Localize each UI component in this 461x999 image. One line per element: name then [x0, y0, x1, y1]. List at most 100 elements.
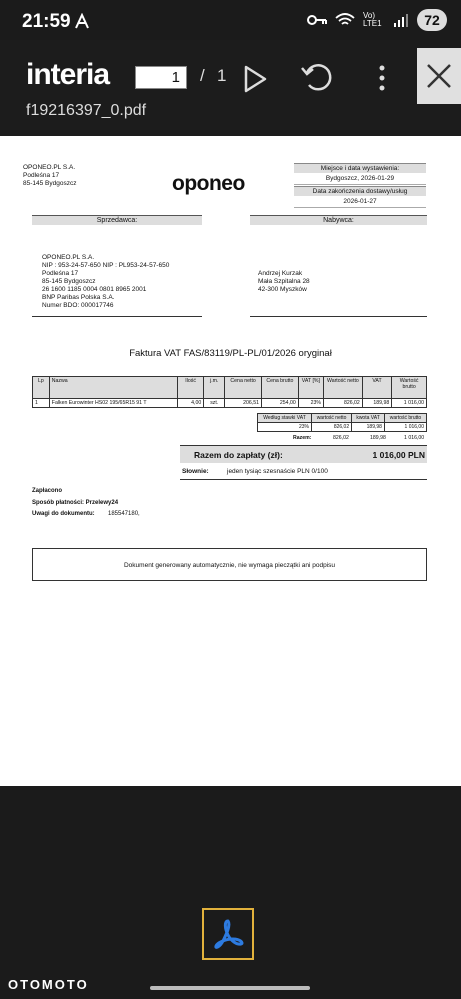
invoice-title: Faktura VAT FAS/83119/PL-PL/01/2026 oryg…	[129, 348, 332, 359]
seller-line: 85-145 Bydgoszcz	[42, 278, 96, 285]
seller-header-line: 85-145 Bydgoszcz	[23, 180, 77, 187]
buyer-details: Andrzej Kurzak Mała Szpitalna 28 42-300 …	[258, 270, 310, 294]
table-cell: 23%	[257, 422, 312, 432]
seller-header: OPONEO.PL S.A. Podleśna 17 85-145 Bydgos…	[23, 164, 76, 188]
items-header-row: Lp Nazwa Ilość j.m. Cena netto Cena brut…	[32, 376, 427, 399]
more-vertical-icon	[379, 65, 385, 91]
items-table: Lp Nazwa Ilość j.m. Cena netto Cena brut…	[32, 376, 427, 408]
seller-line: BNP Paribas Polska S.A.	[42, 294, 115, 301]
seller-header-line: OPONEO.PL S.A.	[23, 164, 76, 171]
seller-line: Podleśna 17	[42, 270, 79, 277]
notes-label: Uwagi do dokumentu:	[32, 511, 95, 517]
table-cell: 826,02	[310, 422, 353, 432]
payment-method: Sposób płatności: Przelewy24	[32, 500, 119, 506]
more-options-button[interactable]	[372, 62, 392, 94]
pdf-filename: f19216397_0.pdf	[26, 102, 147, 119]
column-header: j.m.	[203, 376, 226, 399]
vat-summary-table: Według stawki VAT wartość netto kwota VA…	[257, 413, 428, 432]
column-header: VAT	[361, 376, 393, 399]
delivery-date-box: Data zakończenia dostawy/usług 2026-01-2…	[294, 186, 426, 208]
table-cell: 1 016,00	[391, 398, 427, 408]
status-bar: 21:59 Vo) LTE1 72	[0, 0, 461, 40]
vat-header-row: Według stawki VAT wartość netto kwota VA…	[257, 413, 428, 423]
column-header: kwota VAT	[351, 413, 385, 423]
close-icon	[427, 64, 451, 88]
amount-in-words: Słownie: jeden tysiąc szesnaście PLN 0/1…	[180, 463, 427, 480]
status-icons: Vo) LTE1 72	[307, 9, 447, 31]
battery-indicator: 72	[417, 9, 447, 31]
words-value: jeden tysiąc szesnaście PLN 0/100	[227, 468, 328, 475]
auto-generated-notice: Dokument generowany automatycznie, nie w…	[32, 548, 427, 581]
table-cell: Falken Eurowinter HS02 195/65R15 91 T	[48, 398, 178, 408]
buyer-divider	[250, 316, 427, 317]
table-row: 1 Falken Eurowinter HS02 195/65R15 91 T …	[32, 398, 427, 408]
column-header: Wartość netto	[322, 376, 363, 399]
sum-gross: 1 016,00	[404, 435, 425, 441]
column-header: Nazwa	[48, 376, 178, 399]
buyer-label: Nabywca:	[250, 215, 427, 225]
rotate-button[interactable]	[298, 58, 336, 96]
table-cell: 1	[32, 398, 50, 408]
close-button[interactable]	[417, 48, 461, 104]
next-page-button[interactable]	[240, 63, 270, 95]
sum-label: Razem:	[293, 435, 312, 441]
seller-line: Numer BDO: 000017746	[42, 302, 114, 309]
column-header: Ilość	[176, 376, 205, 399]
play-icon	[244, 65, 267, 93]
otomoto-watermark: OTOMOTO	[8, 977, 89, 992]
total-due-bar: Razem do zapłaty (zł): 1 016,00 PLN	[180, 445, 427, 463]
table-cell: 1 016,00	[383, 422, 428, 432]
table-cell: 189,98	[351, 422, 385, 432]
seller-line: NIP : 953-24-57-650 NIP : PL953-24-57-65…	[42, 262, 170, 269]
column-header: VAT [%]	[297, 376, 324, 399]
table-cell: 206,51	[224, 398, 262, 408]
column-header: Wartość brutto	[391, 376, 427, 399]
table-cell: 189,98	[361, 398, 393, 408]
seller-label: Sprzedawca:	[32, 215, 202, 225]
acrobat-icon	[214, 919, 244, 949]
table-cell: 23%	[297, 398, 324, 408]
page-number-input[interactable]: 1	[135, 66, 187, 89]
column-header: Według stawki VAT	[257, 413, 312, 423]
page-separator: /	[200, 66, 205, 85]
bottom-panel	[0, 786, 461, 999]
column-header: Cena brutto	[261, 376, 299, 399]
open-in-acrobat-button[interactable]	[202, 908, 254, 960]
key-icon	[307, 15, 327, 25]
issue-date-box: Miejsce i data wystawienia: Bydgoszcz, 2…	[294, 163, 426, 185]
seller-line: OPONEO.PL S.A.	[42, 254, 95, 261]
table-cell: 4,00	[176, 398, 205, 408]
issue-date-value: Bydgoszcz, 2026-01-29	[294, 173, 426, 185]
rotate-icon	[301, 64, 332, 91]
interia-logo: interia	[26, 58, 110, 91]
wifi-icon	[335, 13, 355, 25]
signal-icon	[394, 14, 408, 27]
pdf-page[interactable]: OPONEO.PL S.A. Podleśna 17 85-145 Bydgos…	[0, 136, 461, 786]
table-cell: 254,00	[261, 398, 299, 408]
seller-details: OPONEO.PL S.A. NIP : 953-24-57-650 NIP :…	[42, 254, 169, 310]
page-total: 1	[217, 66, 227, 85]
buyer-line: 42-300 Myszków	[258, 286, 307, 293]
column-header: Cena netto	[224, 376, 262, 399]
delivery-date-value: 2026-01-27	[294, 196, 426, 208]
delivery-date-label: Data zakończenia dostawy/usług	[294, 186, 426, 196]
total-due-label: Razem do zapłaty (zł):	[194, 450, 283, 460]
table-cell: szt.	[203, 398, 226, 408]
column-header: wartość netto	[310, 413, 353, 423]
column-header: Lp	[32, 376, 50, 399]
sum-net: 826,02	[333, 435, 349, 441]
table-row: 23% 826,02 189,98 1 016,00	[257, 422, 428, 432]
seller-divider	[32, 316, 202, 317]
buyer-line: Andrzej Kurzak	[258, 270, 303, 277]
oponeo-logo: oponeo	[172, 172, 245, 195]
table-cell: 826,02	[322, 398, 363, 408]
total-due-value: 1 016,00 PLN	[372, 450, 425, 460]
home-indicator[interactable]	[150, 986, 310, 990]
app-notification-icon	[75, 13, 89, 29]
seller-line: 26 1600 1185 0004 0801 8965 2001	[42, 286, 147, 293]
network-label: Vo) LTE1	[363, 11, 382, 28]
clock: 21:59	[22, 11, 71, 32]
paid-status: Zapłacono	[32, 488, 63, 494]
column-header: wartość brutto	[383, 413, 428, 423]
sum-vat: 189,98	[370, 435, 386, 441]
